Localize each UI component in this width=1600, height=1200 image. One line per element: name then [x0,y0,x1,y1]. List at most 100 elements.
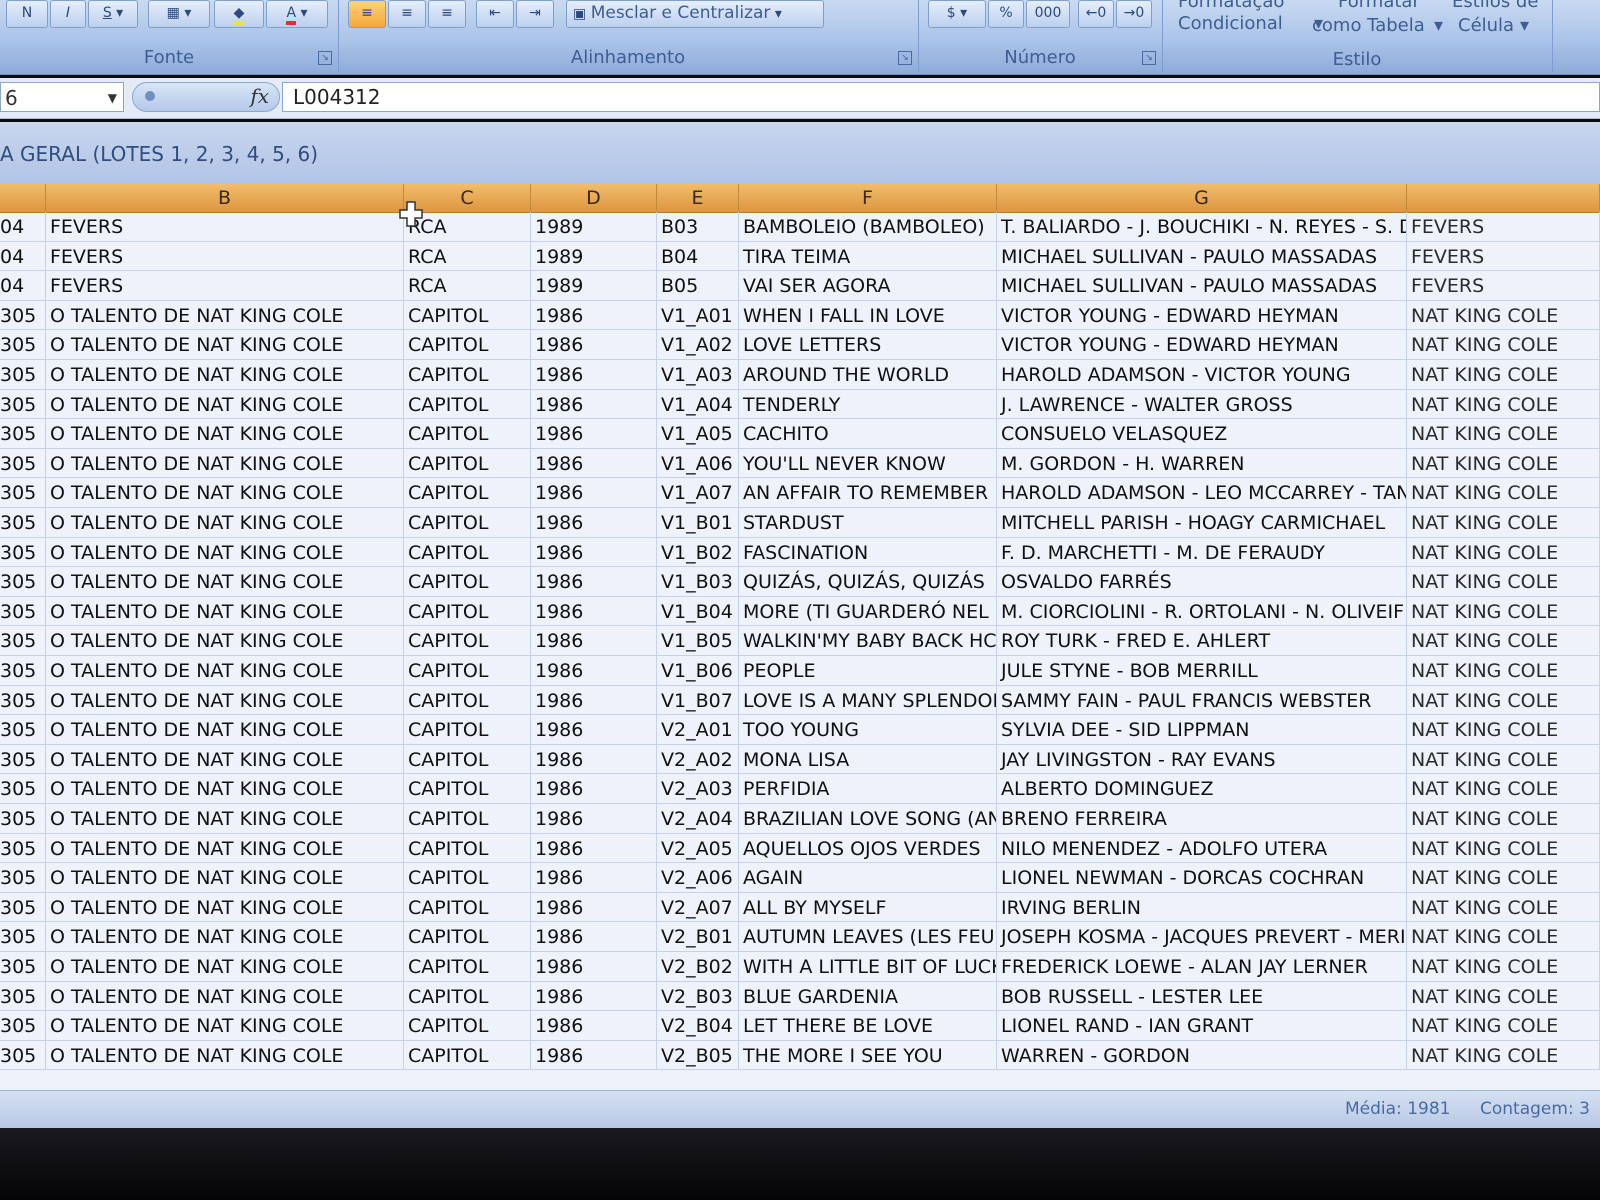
cell-c[interactable]: CAPITOL [404,448,531,478]
cell-b[interactable]: O TALENTO DE NAT KING COLE [46,596,404,626]
cell-d[interactable]: 1986 [531,389,657,419]
cell-h[interactable]: NAT KING COLE [1407,330,1600,360]
cell-f[interactable]: QUIZÁS, QUIZÁS, QUIZÁS [739,567,997,597]
cell-e[interactable]: V2_A05 [657,833,739,863]
cell-g[interactable]: MICHAEL SULLIVAN - PAULO MASSADAS [997,241,1407,271]
cell-d[interactable]: 1986 [531,892,657,922]
cell-c[interactable]: RCA [404,241,531,271]
cell-e[interactable]: V2_A03 [657,774,739,804]
cell-a[interactable]: 305 [0,360,46,389]
cell-c[interactable]: CAPITOL [404,981,531,1011]
conditional-format-line1[interactable]: Formatação [1178,0,1284,12]
cell-f[interactable]: VAI SER AGORA [739,271,997,301]
cell-d[interactable]: 1986 [531,656,657,685]
cell-e[interactable]: V2_B02 [657,952,739,981]
cell-g[interactable]: T. BALIARDO - J. BOUCHIKI - N. REYES - S… [997,212,1407,241]
cell-h[interactable]: NAT KING COLE [1407,833,1600,863]
cell-e[interactable]: V1_A02 [657,330,739,360]
cell-g[interactable]: JULE STYNE - BOB MERRILL [997,656,1407,685]
cell-b[interactable]: O TALENTO DE NAT KING COLE [46,892,404,922]
cell-d[interactable]: 1986 [531,952,657,981]
cell-h[interactable]: NAT KING COLE [1407,656,1600,685]
increase-decimal-button[interactable]: ←0 [1078,0,1114,28]
cell-f[interactable]: BLUE GARDENIA [739,981,997,1011]
cell-g[interactable]: MITCHELL PARISH - HOAGY CARMICHAEL [997,508,1407,537]
cell-c[interactable]: CAPITOL [404,300,531,330]
cell-d[interactable]: 1986 [531,330,657,360]
cell-g[interactable]: MICHAEL SULLIVAN - PAULO MASSADAS [997,271,1407,301]
cell-d[interactable]: 1986 [531,922,657,952]
cell-e[interactable]: V2_B01 [657,922,739,952]
cell-b[interactable]: O TALENTO DE NAT KING COLE [46,330,404,360]
cell-d[interactable]: 1986 [531,508,657,537]
cell-f[interactable]: FASCINATION [739,537,997,567]
cell-e[interactable]: V1_B07 [657,685,739,715]
cell-h[interactable]: NAT KING COLE [1407,537,1600,567]
cell-e[interactable]: V1_A06 [657,448,739,478]
cell-a[interactable]: 305 [0,1040,46,1070]
cell-e[interactable]: B05 [657,271,739,301]
cell-f[interactable]: WITH A LITTLE BIT OF LUCK [739,952,997,981]
cell-h[interactable]: NAT KING COLE [1407,1040,1600,1070]
cell-h[interactable]: NAT KING COLE [1407,774,1600,804]
cell-g[interactable]: M. CIORCIOLINI - R. ORTOLANI - N. OLIVEI… [997,596,1407,626]
cell-a[interactable]: 305 [0,804,46,833]
cell-h[interactable]: NAT KING COLE [1407,389,1600,419]
cell-styles-line1[interactable]: Estilos de [1452,0,1538,12]
cell-g[interactable]: JAY LIVINGSTON - RAY EVANS [997,744,1407,774]
cell-h[interactable]: NAT KING COLE [1407,981,1600,1011]
cell-g[interactable]: WARREN - GORDON [997,1040,1407,1070]
cell-a[interactable]: 305 [0,981,46,1011]
cell-f[interactable]: AGAIN [739,863,997,893]
cell-h[interactable]: NAT KING COLE [1407,804,1600,833]
cell-c[interactable]: CAPITOL [404,567,531,597]
cell-c[interactable]: CAPITOL [404,389,531,419]
cell-g[interactable]: VICTOR YOUNG - EDWARD HEYMAN [997,300,1407,330]
cell-e[interactable]: V1_B04 [657,596,739,626]
cell-e[interactable]: V1_B05 [657,626,739,656]
cell-b[interactable]: FEVERS [46,212,404,241]
formula-input[interactable]: L004312 [282,82,1600,112]
cell-c[interactable]: CAPITOL [404,1011,531,1041]
cell-f[interactable]: MONA LISA [739,744,997,774]
cell-b[interactable]: O TALENTO DE NAT KING COLE [46,922,404,952]
cell-e[interactable]: V1_B01 [657,508,739,537]
cell-b[interactable]: O TALENTO DE NAT KING COLE [46,389,404,419]
column-header-a[interactable] [0,184,46,212]
decrease-indent-button[interactable]: ⇤ [476,0,514,28]
cell-f[interactable]: TIRA TEIMA [739,241,997,271]
cell-d[interactable]: 1986 [531,1040,657,1070]
cell-c[interactable]: CAPITOL [404,922,531,952]
cell-styles-line2[interactable]: Célula [1458,16,1514,36]
cell-g[interactable]: LIONEL RAND - IAN GRANT [997,1011,1407,1041]
cell-d[interactable]: 1986 [531,567,657,597]
cell-h[interactable]: NAT KING COLE [1407,300,1600,330]
cell-a[interactable]: 305 [0,389,46,419]
cell-f[interactable]: CACHITO [739,419,997,449]
cell-e[interactable]: V1_A01 [657,300,739,330]
cell-b[interactable]: O TALENTO DE NAT KING COLE [46,478,404,508]
cell-g[interactable]: JOSEPH KOSMA - JACQUES PREVERT - MERI [997,922,1407,952]
cell-c[interactable]: CAPITOL [404,744,531,774]
cell-b[interactable]: O TALENTO DE NAT KING COLE [46,774,404,804]
cell-d[interactable]: 1986 [531,626,657,656]
conditional-format-line2[interactable]: Condicional [1178,14,1283,34]
cell-h[interactable]: NAT KING COLE [1407,922,1600,952]
cell-a[interactable]: 305 [0,567,46,597]
cell-c[interactable]: CAPITOL [404,478,531,508]
percent-button[interactable]: % [988,0,1024,28]
cell-g[interactable]: ALBERTO DOMINGUEZ [997,774,1407,804]
cell-e[interactable]: V2_A06 [657,863,739,893]
cell-g[interactable]: SAMMY FAIN - PAUL FRANCIS WEBSTER [997,685,1407,715]
cell-h[interactable]: NAT KING COLE [1407,715,1600,745]
cell-h[interactable]: NAT KING COLE [1407,952,1600,981]
cell-b[interactable]: O TALENTO DE NAT KING COLE [46,419,404,449]
cell-e[interactable]: V2_A04 [657,804,739,833]
cell-c[interactable]: CAPITOL [404,952,531,981]
cell-a[interactable]: 305 [0,952,46,981]
cell-d[interactable]: 1986 [531,596,657,626]
italic-button[interactable]: I [50,0,86,28]
cell-b[interactable]: O TALENTO DE NAT KING COLE [46,804,404,833]
cell-f[interactable]: WALKIN'MY BABY BACK HC [739,626,997,656]
cell-f[interactable]: AQUELLOS OJOS VERDES [739,833,997,863]
